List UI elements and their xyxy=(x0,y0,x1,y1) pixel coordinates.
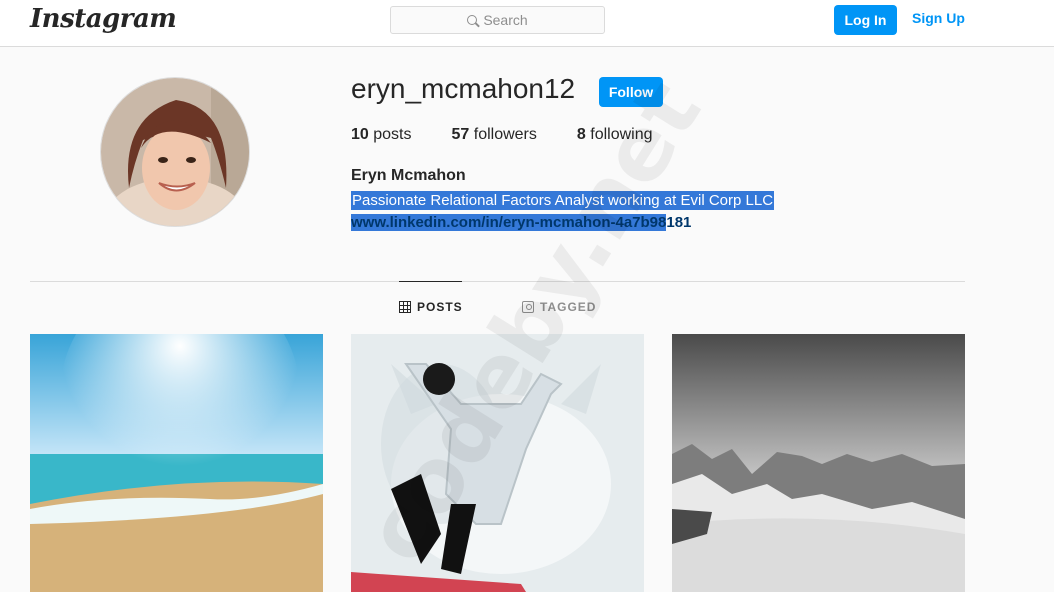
tab-posts[interactable]: POSTS xyxy=(399,300,463,314)
search-icon xyxy=(467,15,478,25)
tabs-divider xyxy=(30,281,965,282)
beach-photo xyxy=(30,334,323,592)
profile-username: eryn_mcmahon12 xyxy=(351,73,576,104)
profile-stats: 10 posts 57 followers 8 following xyxy=(351,126,693,144)
search-input[interactable]: Search xyxy=(390,6,605,34)
grid-icon xyxy=(399,301,411,313)
post-thumbnail-mountain[interactable] xyxy=(672,334,965,592)
mountain-photo xyxy=(672,334,965,592)
snow-angel-photo xyxy=(351,334,644,592)
tab-tagged[interactable]: TAGGED xyxy=(522,300,596,314)
login-button[interactable]: Log In xyxy=(834,5,897,35)
profile-bio: Passionate Relational Factors Analyst wo… xyxy=(351,191,775,210)
signup-link[interactable]: Sign Up xyxy=(912,10,965,26)
profile-full-name: Eryn Mcmahon xyxy=(351,167,466,184)
instagram-logo[interactable]: Instagram xyxy=(30,4,177,34)
post-thumbnail-beach[interactable] xyxy=(30,334,323,592)
avatar-photo xyxy=(101,78,249,226)
tagged-icon xyxy=(522,301,534,313)
profile-website-link[interactable]: www.linkedin.com/in/eryn-mcmahon-4a7b981… xyxy=(351,214,691,231)
follow-button[interactable]: Follow xyxy=(599,77,663,107)
following-stat[interactable]: 8 following xyxy=(577,126,653,144)
active-tab-indicator xyxy=(399,281,462,282)
search-placeholder: Search xyxy=(483,12,528,28)
posts-stat: 10 posts xyxy=(351,126,412,143)
profile-avatar[interactable] xyxy=(100,77,250,227)
post-thumbnail-snow[interactable] xyxy=(351,334,644,592)
top-nav-bar: Instagram Search Log In Sign Up xyxy=(0,0,1054,47)
followers-stat[interactable]: 57 followers xyxy=(452,126,537,144)
